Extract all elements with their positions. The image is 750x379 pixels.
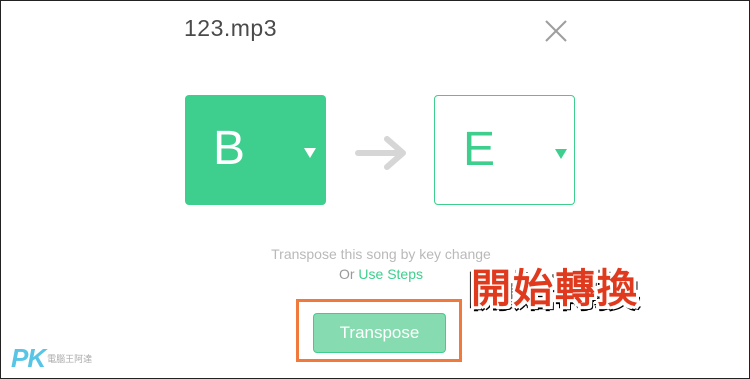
- target-key-select[interactable]: E: [434, 95, 575, 205]
- close-icon: [545, 20, 567, 42]
- source-key-select[interactable]: B: [185, 95, 326, 205]
- source-key-value: B: [213, 122, 246, 175]
- caret-down-icon: [304, 148, 316, 158]
- logo-subtext: 電腦王阿達: [47, 354, 93, 364]
- watermark-logo: PK 電腦王阿達: [11, 343, 93, 373]
- start-conversion-annotation: 開始轉換: [471, 266, 639, 312]
- or-label: Or: [338, 266, 359, 282]
- caret-down-icon: [555, 149, 567, 159]
- transpose-dialog: 123.mp3 B E Transpose this song by key c…: [0, 0, 750, 379]
- arrow-right-icon: [355, 136, 406, 170]
- close-button[interactable]: [542, 17, 570, 45]
- file-title: 123.mp3: [184, 15, 278, 41]
- logo-mark: PK: [11, 343, 46, 373]
- use-steps-link[interactable]: Use Steps: [358, 266, 423, 282]
- target-key-value: E: [463, 123, 496, 176]
- transpose-button[interactable]: Transpose: [313, 313, 446, 353]
